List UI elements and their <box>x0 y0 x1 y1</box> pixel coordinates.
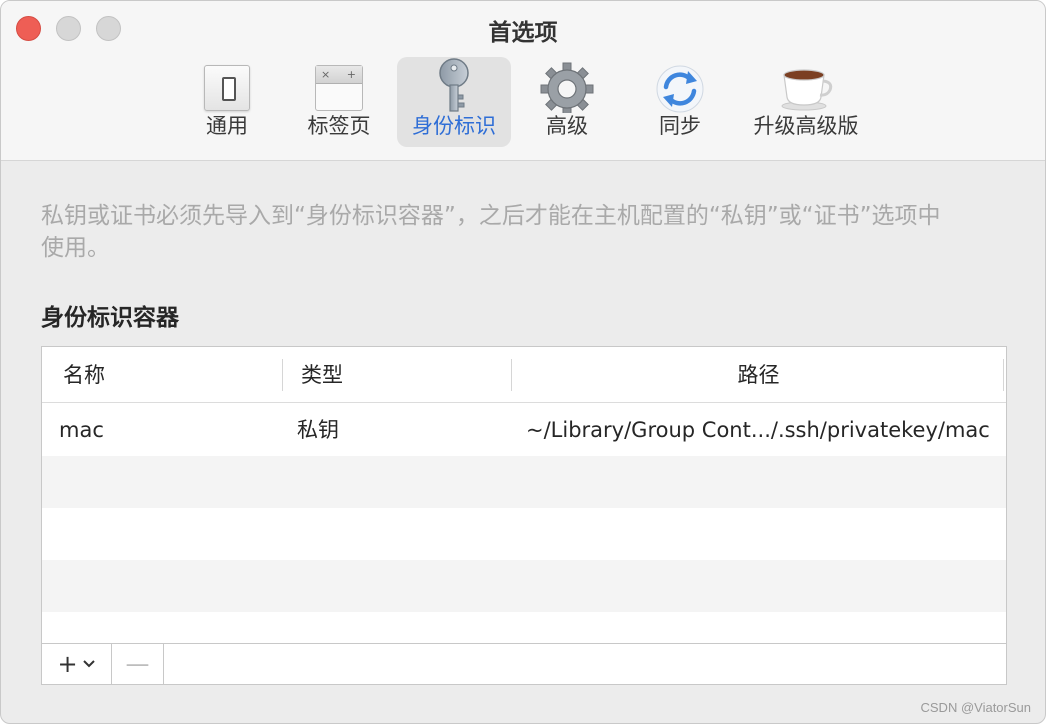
key-icon <box>424 57 484 113</box>
description-text: 私钥或证书必须先导入到“身份标识容器”，之后才能在主机配置的“私钥”或“证书”选… <box>41 203 941 261</box>
cell-type: 私钥 <box>297 418 339 442</box>
toolbar-item-label: 身份标识 <box>412 114 496 138</box>
chevron-down-icon <box>82 660 95 668</box>
table-row-empty <box>42 456 1006 508</box>
toolbar-item-identity[interactable]: 身份标识 <box>397 57 511 147</box>
column-header-type[interactable]: 类型 <box>301 347 343 403</box>
minus-icon: — <box>125 650 150 678</box>
preferences-window: 首选项 通用 × + 标签页 身份标识 高级 同步 升级高级版 私钥或证书必须先… <box>0 0 1046 724</box>
remove-identity-button[interactable]: — <box>112 644 164 684</box>
sync-icon <box>650 57 710 113</box>
table-header: 名称 类型 路径 <box>42 347 1006 403</box>
table-row-empty <box>42 560 1006 612</box>
column-header-name[interactable]: 名称 <box>63 347 105 403</box>
window-title: 首选项 <box>488 20 558 46</box>
add-identity-button[interactable]: + <box>42 644 112 684</box>
column-divider[interactable] <box>1003 359 1004 391</box>
toolbar-item-general[interactable]: 通用 <box>193 57 261 147</box>
watermark: CSDN @ViatorSun <box>920 700 1032 715</box>
table-row[interactable]: mac 私钥 ~/Library/Group Cont.../.ssh/priv… <box>42 404 1006 456</box>
switch-icon <box>197 57 257 113</box>
toolbar-item-tabs[interactable]: × + 标签页 <box>299 57 379 147</box>
column-divider[interactable] <box>282 359 283 391</box>
toolbar-item-sync[interactable]: 同步 <box>649 57 711 147</box>
toolbar-item-label: 同步 <box>659 114 701 138</box>
coffee-cup-icon <box>776 57 836 113</box>
identity-table: 名称 类型 路径 mac 私钥 ~/Library/Group Cont.../… <box>41 346 1007 644</box>
toolbar-item-label: 升级高级版 <box>753 114 859 138</box>
toolbar-item-label: 通用 <box>206 114 248 138</box>
table-row-empty <box>42 612 1006 643</box>
toolbar-item-upgrade[interactable]: 升级高级版 <box>747 57 865 147</box>
gear-icon <box>537 57 597 116</box>
plus-icon: + <box>57 650 78 678</box>
toolbar-item-label: 高级 <box>546 114 588 138</box>
table-bottom-bar: + — <box>41 643 1007 685</box>
titlebar-toolbar: 首选项 通用 × + 标签页 身份标识 高级 同步 升级高级版 <box>1 1 1045 161</box>
tabs-icon: × + <box>309 57 369 113</box>
toolbar-item-advanced[interactable]: 高级 <box>537 57 597 147</box>
section-title: 身份标识容器 <box>41 305 179 331</box>
toolbar-item-label: 标签页 <box>307 114 371 138</box>
column-header-path[interactable]: 路径 <box>511 347 1006 403</box>
cell-name: mac <box>59 418 104 442</box>
table-row-empty <box>42 508 1006 560</box>
cell-path: ~/Library/Group Cont.../.ssh/privatekey/… <box>526 418 990 442</box>
